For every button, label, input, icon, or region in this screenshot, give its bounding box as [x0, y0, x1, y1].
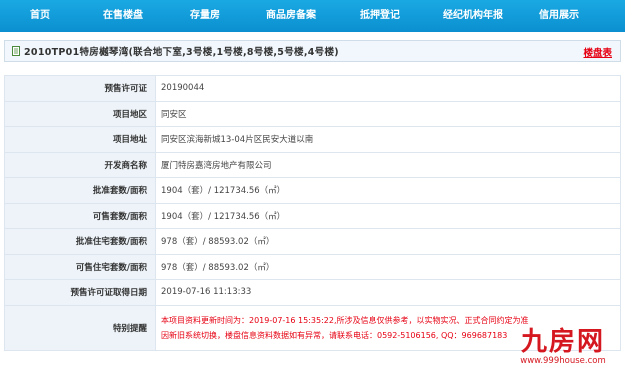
row-value: 978（套）/ 88593.02（㎡） — [155, 228, 621, 255]
table-row: 预售许可证取得日期 2019-07-16 11:13:33 — [4, 279, 621, 306]
row-label: 项目地址 — [4, 126, 156, 153]
nav-item-filing[interactable]: 商品房备案 — [244, 0, 338, 32]
table-row: 可售套数/面积 1904（套）/ 121734.56（㎡） — [4, 202, 621, 229]
row-value: 同安区 — [155, 100, 621, 127]
table-row: 项目地址 同安区滨海新城13-04片区民安大道以南 — [4, 126, 621, 153]
project-title: 2010TP01特房樾琴湾(联合地下室,3号楼,1号楼,8号楼,5号楼,4号楼) — [24, 47, 339, 58]
row-label: 预售许可证 — [4, 75, 156, 102]
notice-label: 特别提醒 — [4, 304, 156, 351]
row-label: 批准住宅套数/面积 — [4, 228, 156, 255]
row-label: 可售住宅套数/面积 — [4, 253, 156, 280]
row-label: 预售许可证取得日期 — [4, 279, 156, 306]
building-table-link[interactable]: 楼盘表 — [583, 45, 612, 59]
nav-item-agency-report[interactable]: 经纪机构年报 — [422, 0, 524, 32]
row-label: 批准套数/面积 — [4, 177, 156, 204]
table-row: 预售许可证 20190044 — [4, 75, 621, 102]
nav-item-credit[interactable]: 信用展示 — [524, 0, 594, 32]
table-row: 开发商名称 厦门特房嘉湾房地产有限公司 — [4, 151, 621, 178]
document-icon — [12, 46, 20, 56]
nav-item-stock-housing[interactable]: 存量房 — [166, 0, 244, 32]
row-value: 20190044 — [155, 75, 621, 102]
watermark-logo: 九房网 — [520, 327, 605, 357]
table-row: 项目地区 同安区 — [4, 100, 621, 127]
row-value: 978（套）/ 88593.02（㎡） — [155, 253, 621, 280]
nav-item-mortgage[interactable]: 抵押登记 — [338, 0, 422, 32]
notice-line-update: 本项目资料更新时间为：2019-07-16 15:35:22,所涉及信息仅供参考… — [161, 315, 529, 325]
table-row: 批准套数/面积 1904（套）/ 121734.56（㎡） — [4, 177, 621, 204]
nav-item-on-sale[interactable]: 在售楼盘 — [80, 0, 166, 32]
row-label: 项目地区 — [4, 100, 156, 127]
top-nav: 首页 在售楼盘 存量房 商品房备案 抵押登记 经纪机构年报 信用展示 — [0, 0, 625, 32]
row-value: 厦门特房嘉湾房地产有限公司 — [155, 151, 621, 178]
table-row: 批准住宅套数/面积 978（套）/ 88593.02（㎡） — [4, 228, 621, 255]
row-value: 2019-07-16 11:13:33 — [155, 279, 621, 306]
row-value: 同安区滨海新城13-04片区民安大道以南 — [155, 126, 621, 153]
row-label: 开发商名称 — [4, 151, 156, 178]
project-title-bar: 2010TP01特房樾琴湾(联合地下室,3号楼,1号楼,8号楼,5号楼,4号楼)… — [4, 40, 621, 62]
watermark-url: www.999house.com — [520, 356, 606, 366]
table-row: 可售住宅套数/面积 978（套）/ 88593.02（㎡） — [4, 253, 621, 280]
project-info-table: 预售许可证 20190044 项目地区 同安区 项目地址 同安区滨海新城13-0… — [4, 75, 621, 351]
row-label: 可售套数/面积 — [4, 202, 156, 229]
row-value: 1904（套）/ 121734.56（㎡） — [155, 177, 621, 204]
row-value: 1904（套）/ 121734.56（㎡） — [155, 202, 621, 229]
nav-item-home[interactable]: 首页 — [0, 0, 80, 32]
site-watermark: 九房网 www.999house.com — [507, 328, 619, 370]
